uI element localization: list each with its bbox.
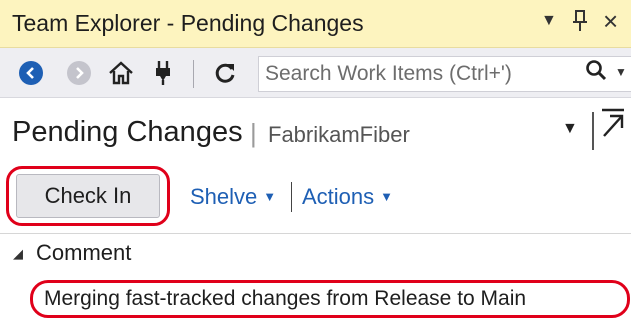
back-icon <box>19 61 43 85</box>
page-title: Pending Changes <box>12 116 243 148</box>
comment-input[interactable]: Merging fast-tracked changes from Releas… <box>44 287 526 311</box>
actions-label: Actions <box>302 184 375 209</box>
search-work-items-input[interactable] <box>265 61 575 87</box>
title-separator: | <box>250 118 257 148</box>
title-bar: Team Explorer - Pending Changes ▼ × <box>0 0 631 48</box>
refresh-icon <box>215 63 235 83</box>
pin-icon[interactable] <box>573 10 587 38</box>
window-title: Team Explorer - Pending Changes <box>12 10 364 36</box>
link-separator <box>291 182 292 212</box>
shelve-label: Shelve <box>190 184 258 209</box>
home-icon <box>109 61 133 85</box>
actions-link[interactable]: Actions ▼ <box>302 184 393 210</box>
forward-button[interactable] <box>64 58 94 88</box>
connect-button[interactable] <box>148 58 178 88</box>
home-button[interactable] <box>106 58 136 88</box>
search-options-chevron-down-icon[interactable]: ▼ <box>615 65 627 79</box>
page-menu-chevron-down-icon[interactable]: ▼ <box>562 120 578 138</box>
search-icon[interactable] <box>585 59 607 88</box>
forward-icon <box>67 61 91 85</box>
check-in-button[interactable]: Check In <box>16 174 160 218</box>
shelve-chevron-down-icon: ▼ <box>263 189 277 204</box>
search-box: ▼ <box>258 56 631 92</box>
plug-icon <box>156 61 170 85</box>
comment-section-label: Comment <box>36 240 132 265</box>
collapse-triangle-icon[interactable]: ◢ <box>13 246 23 262</box>
actions-chevron-down-icon: ▼ <box>380 189 394 204</box>
project-name: FabrikamFiber <box>268 122 410 147</box>
window-menu-dropdown-icon[interactable]: ▼ <box>541 12 557 30</box>
section-divider <box>0 233 631 234</box>
shelve-link[interactable]: Shelve ▼ <box>190 184 276 210</box>
toolbar-separator <box>193 60 194 88</box>
refresh-button[interactable] <box>210 58 240 88</box>
header-separator <box>592 112 594 150</box>
back-button[interactable] <box>16 58 46 88</box>
undock-arrow-icon[interactable] <box>600 108 626 145</box>
close-icon[interactable]: × <box>603 6 618 37</box>
